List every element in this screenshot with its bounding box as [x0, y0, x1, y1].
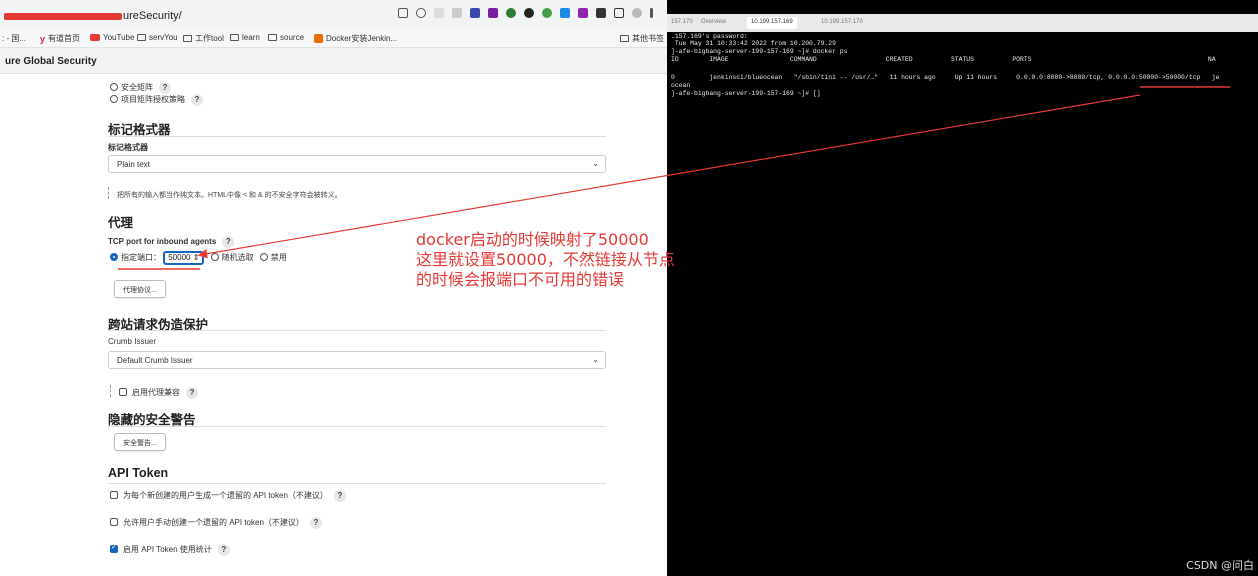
extension-icon[interactable] — [452, 8, 462, 18]
checkbox-icon[interactable] — [110, 491, 118, 499]
bookmark-tool[interactable]: 工作tool — [183, 33, 224, 44]
markup-help-text: 把所有的输入都当作纯文本。HTML中像 < 和 & 的不安全字符会被转义。 — [108, 187, 342, 200]
api-token-option-legacy-manual[interactable]: 允许用户手动创建一个遗留的 API token（不建议）? — [110, 517, 322, 529]
api-token-option-usage-stats[interactable]: 启用 API Token 使用统计? — [110, 543, 230, 556]
agent-port-label: TCP port for inbound agents? — [108, 236, 235, 248]
share-icon[interactable] — [398, 8, 408, 18]
terminal-line: .157.169's password: — [671, 33, 748, 40]
annotation-text: 的时候会报端口不可用的错误 — [416, 270, 625, 289]
radio-selected-icon[interactable] — [110, 253, 118, 261]
bookmark-servyou[interactable]: servYou — [137, 33, 178, 42]
help-icon[interactable]: ? — [186, 387, 198, 399]
profile-icon[interactable] — [632, 8, 642, 18]
bookmark-learn[interactable]: learn — [230, 33, 260, 42]
help-indent-bar — [110, 385, 111, 397]
url-text[interactable]: ureSecurity/ — [123, 10, 182, 22]
extension-icon[interactable] — [488, 8, 498, 18]
terminal-tab[interactable]: 10.199.157.170 — [817, 17, 867, 29]
help-icon[interactable]: ? — [159, 82, 171, 94]
terminal-line: ]-afe-bigbang-server-199-157-169 ~]# doc… — [671, 48, 848, 55]
terminal-line: ID IMAGE COMMAND CREATED STATUS PORTS NA — [671, 56, 1216, 63]
url-redaction — [4, 13, 122, 20]
extension-icon[interactable] — [578, 8, 588, 18]
chevron-down-icon: ⌄ — [592, 159, 599, 168]
bookmark-source[interactable]: source — [268, 33, 304, 42]
agent-port-input[interactable]: 50000 ⇕ — [163, 251, 205, 265]
help-icon[interactable]: ? — [191, 94, 203, 106]
extension-icon[interactable] — [542, 8, 552, 18]
jenkins-header: ure Global Security — [0, 48, 667, 74]
extension-icon[interactable] — [506, 8, 516, 18]
terminal-line: ]-afe-bigbang-server-199-157-169 ~]# [] — [671, 90, 821, 97]
extension-icon[interactable] — [434, 8, 444, 18]
address-bar[interactable]: ureSecurity/ — [0, 0, 667, 28]
youtube-icon — [90, 34, 100, 41]
bookmarks-bar: : - 国... y 有道首页 YouTube servYou 工作tool le… — [0, 28, 667, 48]
markup-select[interactable]: Plain text ⌄ — [108, 155, 606, 173]
spinner-icon[interactable]: ⇕ — [193, 253, 200, 262]
folder-icon — [137, 34, 146, 41]
agent-protocols-button[interactable]: 代理协议... — [114, 280, 166, 298]
extension-icon[interactable] — [470, 8, 480, 18]
docker-icon — [314, 34, 323, 43]
radio-icon[interactable] — [259, 253, 268, 261]
youdao-icon: y — [40, 33, 46, 44]
bookmark-other[interactable]: 其他书签 — [620, 33, 664, 44]
proxy-compat-option[interactable]: 启用代理兼容? — [110, 385, 198, 399]
section-divider — [108, 426, 606, 427]
help-icon[interactable]: ? — [222, 236, 235, 248]
radio-icon[interactable] — [110, 95, 118, 103]
bookmark-youtube[interactable]: YouTube — [90, 33, 134, 42]
extension-icon[interactable] — [560, 8, 570, 18]
crumb-issuer-select[interactable]: Default Crumb Issuer ⌄ — [108, 351, 606, 369]
help-indent-bar — [108, 187, 109, 199]
extension-icon[interactable] — [524, 8, 534, 18]
help-icon[interactable]: ? — [309, 517, 322, 529]
folder-icon — [230, 34, 239, 41]
extension-toolbar — [398, 8, 653, 18]
folder-icon — [183, 35, 192, 42]
section-divider — [108, 136, 606, 137]
section-divider — [108, 483, 606, 484]
terminal-window: 157.170 Overview 10.199.157.169 10.199.1… — [667, 0, 1258, 576]
page-title: ure Global Security — [5, 56, 97, 67]
section-title-api-token: API Token — [108, 466, 169, 480]
help-icon[interactable]: ? — [333, 490, 346, 502]
terminal-tab[interactable]: Overview — [697, 17, 730, 29]
agent-port-options: 指定端口： 50000 ⇕ 随机选取 禁用 — [110, 251, 287, 265]
menu-icon[interactable] — [650, 8, 653, 18]
markup-label: 标记格式器 — [108, 143, 148, 152]
checkbox-checked-icon[interactable] — [110, 543, 118, 553]
star-icon[interactable] — [416, 8, 426, 18]
watermark: CSDN @问白 — [1186, 559, 1254, 572]
security-warnings-button[interactable]: 安全警告... — [114, 433, 166, 451]
chevron-down-icon: ⌄ — [592, 355, 599, 364]
folder-icon — [268, 34, 277, 41]
api-token-option-legacy-new[interactable]: 为每个新创建的用户生成一个遗留的 API token（不建议）? — [110, 490, 346, 502]
authz-option-matrix[interactable]: 安全矩阵? — [110, 82, 171, 94]
crumb-issuer-label: Crumb Issuer — [108, 337, 157, 346]
section-divider — [108, 330, 606, 331]
section-title-agent: 代理 — [108, 216, 134, 230]
terminal-tab-bar: 157.170 Overview 10.199.157.169 10.199.1… — [667, 14, 1258, 32]
terminal-tab-active[interactable]: 10.199.157.169 — [747, 17, 797, 29]
radio-icon[interactable] — [110, 83, 118, 91]
radio-icon[interactable] — [210, 253, 219, 261]
bookmark-docker[interactable]: Docker安装Jenkin... — [314, 33, 397, 44]
checkbox-icon[interactable] — [110, 518, 118, 526]
security-form: 安全矩阵? 项目矩阵授权策略? 标记格式器 标记格式器 Plain text ⌄ … — [0, 74, 667, 576]
checkbox-icon[interactable] — [119, 388, 127, 396]
terminal-line: 0 jenkinsci/blueocean "/sbin/tini -- /us… — [671, 74, 1220, 81]
bookmark-youdao[interactable]: y 有道首页 — [40, 33, 80, 44]
folder-icon — [620, 35, 629, 42]
terminal-line: Tue May 31 10:33:42 2022 from 10.200.79.… — [671, 40, 836, 47]
authz-option-project-matrix[interactable]: 项目矩阵授权策略? — [110, 94, 203, 106]
help-icon[interactable]: ? — [217, 544, 230, 556]
puzzle-icon[interactable] — [596, 8, 606, 18]
bookmark-item[interactable]: : - 国... — [2, 33, 26, 44]
sidebar-icon[interactable] — [614, 8, 624, 18]
terminal-line: ocean — [671, 82, 691, 89]
terminal-tab[interactable]: 157.170 — [667, 17, 697, 29]
